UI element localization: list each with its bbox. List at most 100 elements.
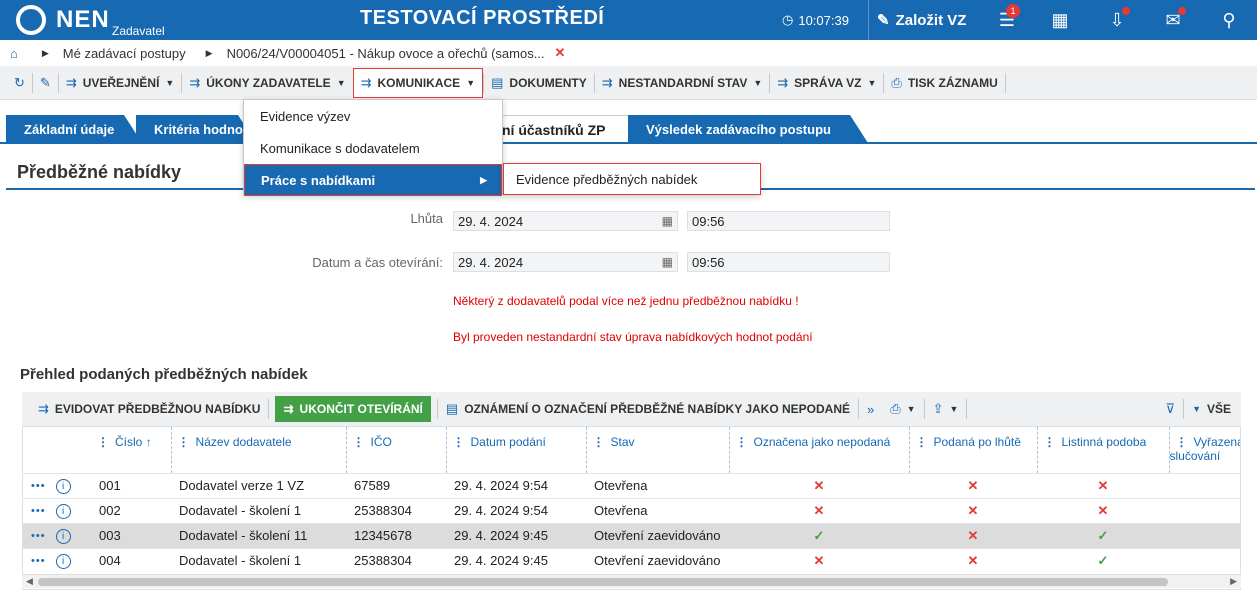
info-icon[interactable]: i — [55, 529, 71, 544]
export-menu-button[interactable]: ⇪ ▼ — [925, 397, 967, 421]
breadcrumb-my-procedures[interactable]: Mé zadávací postupy — [63, 46, 186, 61]
user-button[interactable]: ⚲ — [1214, 0, 1244, 40]
management-menu-button[interactable]: ⇉ SPRÁVA VZ ▼ — [770, 71, 883, 95]
divider — [268, 399, 270, 419]
notice-label: OZNÁMENÍ O OZNAČENÍ PŘEDBĚŽNÉ NABÍDKY JA… — [464, 402, 850, 416]
info-icon[interactable]: i — [55, 479, 71, 494]
header-state[interactable]: ⋮ Stav — [586, 427, 730, 473]
calendar-icon[interactable]: ▦ — [662, 214, 673, 228]
deadline-date-field[interactable]: 29. 4. 2024 ▦ — [453, 211, 678, 231]
communication-menu-button[interactable]: ⇉ KOMUNIKACE ▼ — [352, 67, 484, 98]
table-row[interactable]: ••• i 002 Dodavatel - školení 1 25388304 … — [23, 497, 1240, 523]
filter-icon: ⊽ — [1165, 401, 1176, 416]
pencil-icon: ✎ — [39, 74, 51, 90]
cross-icon: ✕ — [1097, 502, 1109, 518]
calendar-icon[interactable]: ▦ — [662, 255, 673, 269]
more-actions-icon[interactable]: ••• — [31, 530, 46, 542]
table-row[interactable]: ••• i 001 Dodavatel verze 1 VZ 67589 29. … — [23, 472, 1240, 498]
tab-criteria[interactable]: Kritéria hodno — [136, 115, 256, 143]
header-excluded[interactable]: ⋮ Vyřazena slučování — [1169, 427, 1240, 473]
header-number[interactable]: ⋮ Číslo ↑ — [91, 427, 172, 473]
home-icon[interactable]: ⌂ — [10, 46, 18, 61]
publish-label: UVEŘEJNĚNÍ — [82, 75, 160, 90]
table-row[interactable]: ••• i 004 Dodavatel - školení 1 25388304 … — [23, 547, 1240, 573]
action-icon: ⇉ — [189, 74, 201, 90]
table-row-selected[interactable]: ••• i 003 Dodavatel - školení 11 12345678… — [23, 522, 1240, 548]
cell-paper-form: ✕ — [1037, 497, 1169, 523]
breadcrumb-procedure[interactable]: N006/24/V00004051 - Nákup ovoce a ořechů… — [227, 46, 545, 61]
tab-basic-info[interactable]: Základní údaje — [6, 115, 142, 143]
documents-button[interactable]: ▤ DOKUMENTY — [484, 71, 594, 95]
record-bid-button[interactable]: ⇉ EVIDOVAT PŘEDBĚŽNOU NABÍDKU — [22, 397, 268, 421]
notification-badge: 1 — [1006, 4, 1020, 18]
acts-menu-button[interactable]: ⇉ ÚKONY ZADAVATELE ▼ — [182, 71, 352, 95]
tab-underline — [0, 142, 1257, 144]
cell-date: 29. 4. 2024 9:45 — [446, 522, 586, 548]
menu-item-supplier-communication[interactable]: Komunikace s dodavatelem — [244, 132, 502, 164]
column-menu-icon[interactable]: ⋮ — [736, 435, 748, 449]
info-icon[interactable]: i — [55, 504, 71, 519]
refresh-button[interactable]: ↻ — [0, 71, 32, 95]
cell-date: 29. 4. 2024 9:54 — [446, 472, 586, 498]
finish-opening-button[interactable]: ⇉ UKONČIT OTEVÍRÁNÍ — [275, 396, 431, 422]
notice-button[interactable]: ▤ OZNÁMENÍ O OZNAČENÍ PŘEDBĚŽNÉ NABÍDKY J… — [438, 397, 858, 421]
more-actions-icon[interactable]: ••• — [31, 480, 46, 492]
caret-down-icon: ▼ — [336, 77, 346, 88]
more-button[interactable]: » — [859, 397, 882, 421]
caret-down-icon: ▼ — [1192, 404, 1201, 414]
caret-down-icon: ▼ — [949, 404, 959, 414]
nonstandard-menu-button[interactable]: ⇉ NESTANDARDNÍ STAV ▼ — [595, 71, 770, 95]
print-menu-button[interactable]: ⎙ ▼ — [882, 397, 923, 421]
view-all-button[interactable]: ▼ VŠE — [1184, 397, 1241, 421]
divider — [966, 399, 968, 419]
column-menu-icon[interactable]: ⋮ — [353, 435, 365, 449]
scroll-left-icon[interactable]: ◀ — [26, 576, 33, 587]
info-icon[interactable]: i — [55, 554, 71, 570]
action-icon: ⇉ — [65, 74, 77, 90]
cell-state: Otevření zaevidováno — [586, 547, 729, 573]
column-menu-icon[interactable]: ⋮ — [178, 435, 190, 449]
print-button[interactable]: ⎙ TISK ZÁZNAMU — [884, 71, 1004, 95]
cell-ico: 67589 — [346, 472, 446, 498]
deadline-time-field[interactable]: 09:56 — [687, 211, 890, 231]
column-menu-icon[interactable]: ⋮ — [1044, 435, 1056, 449]
publish-menu-button[interactable]: ⇉ UVEŘEJNĚNÍ ▼ — [59, 71, 182, 95]
cell-paper-form: ✓ — [1037, 547, 1169, 573]
cell-ico: 12345678 — [346, 522, 446, 548]
menu-item-calls[interactable]: Evidence výzev — [244, 100, 502, 132]
column-menu-icon[interactable]: ⋮ — [1176, 435, 1188, 449]
mail-button[interactable]: ✉ — [1158, 0, 1188, 40]
scroll-right-icon[interactable]: ▶ — [1230, 576, 1237, 587]
horizontal-scrollbar[interactable]: ◀ ▶ — [22, 574, 1241, 588]
header-paper-form[interactable]: ⋮ Listinná podoba — [1037, 427, 1170, 473]
header-supplier[interactable]: ⋮ Název dodavatele — [171, 427, 347, 473]
cell-number: 004 — [91, 547, 171, 573]
scrollbar-thumb[interactable] — [38, 578, 1168, 586]
print-icon: ⎙ — [891, 74, 902, 90]
header-not-submitted[interactable]: ⋮ Označena jako nepodaná — [729, 427, 910, 473]
header-ico[interactable]: ⋮ IČO — [346, 427, 447, 473]
more-actions-icon[interactable]: ••• — [31, 555, 46, 567]
column-menu-icon[interactable]: ⋮ — [593, 435, 605, 449]
inbox-button[interactable]: ⇩ — [1102, 0, 1132, 40]
submenu-item-preliminary-bids[interactable]: Evidence předběžných nabídek — [503, 163, 761, 195]
close-icon[interactable]: ✕ — [555, 45, 566, 61]
edit-button[interactable]: ✎ — [33, 71, 58, 95]
header-after-deadline[interactable]: ⋮ Podaná po lhůtě — [909, 427, 1038, 473]
header-date[interactable]: ⋮ Datum podání — [446, 427, 587, 473]
divider — [1004, 72, 1006, 93]
check-icon: ✓ — [1097, 527, 1109, 543]
opening-time-field[interactable]: 09:56 — [687, 252, 890, 272]
calculator-button[interactable]: ▦ — [1045, 0, 1075, 40]
menu-button[interactable]: ☰ 1 — [992, 0, 1022, 40]
column-menu-icon[interactable]: ⋮ — [97, 435, 109, 449]
column-menu-icon[interactable]: ⋮ — [916, 435, 928, 449]
opening-date-field[interactable]: 29. 4. 2024 ▦ — [453, 252, 678, 272]
tab-strip: Základní údaje Kritéria hodno ní účastní… — [0, 115, 1257, 143]
filter-button[interactable]: ⊽ — [1158, 397, 1184, 421]
more-actions-icon[interactable]: ••• — [31, 505, 46, 517]
column-menu-icon[interactable]: ⋮ — [453, 435, 465, 449]
create-contract-button[interactable]: ✎ Založit VZ — [868, 0, 966, 40]
tab-result[interactable]: Výsledek zadávacího postupu — [628, 115, 868, 143]
menu-item-bids[interactable]: Práce s nabídkami ▶ — [244, 164, 502, 196]
